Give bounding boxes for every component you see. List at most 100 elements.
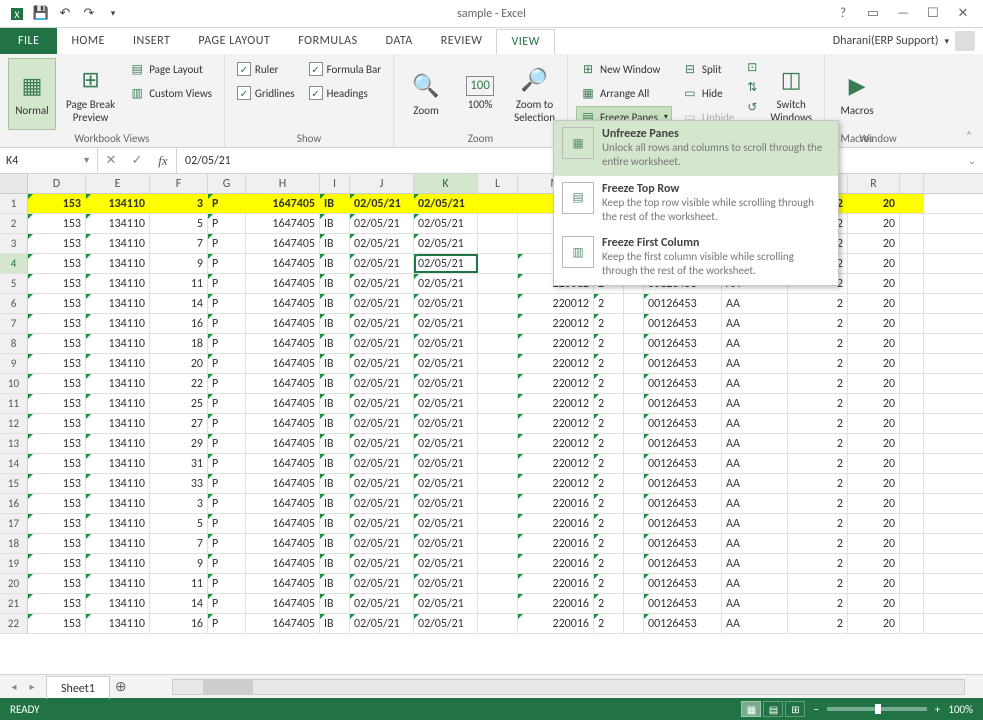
row-header[interactable]: 11 [0,394,28,413]
cell[interactable]: P [208,234,246,253]
cell[interactable]: 02/05/21 [350,434,414,453]
cell[interactable]: 02/05/21 [414,534,478,553]
cell[interactable]: 20 [848,534,900,553]
cell[interactable]: 00126453 [644,454,722,473]
cell[interactable]: 02/05/21 [350,294,414,313]
cell[interactable]: AA [722,574,788,593]
cell[interactable]: 20 [848,294,900,313]
cell[interactable]: 00126453 [644,594,722,613]
zoom-button[interactable]: 🔍Zoom [402,58,450,130]
cell[interactable]: 00126453 [644,434,722,453]
cell[interactable]: 02/05/21 [414,614,478,633]
unfreeze-panes-item[interactable]: ▦ Unfreeze PanesUnlock all rows and colu… [554,121,838,176]
cell[interactable]: AA [722,394,788,413]
user-account[interactable]: Dharani(ERP Support) ▾ [833,28,983,54]
cell[interactable]: IB [320,254,350,273]
cell[interactable] [478,194,518,213]
cell[interactable]: 02/05/21 [350,574,414,593]
cell[interactable]: 2 [594,374,624,393]
cell[interactable]: IB [320,614,350,633]
row-header[interactable]: 2 [0,214,28,233]
cell[interactable] [900,354,924,373]
redo-icon[interactable]: ↷ [78,3,100,25]
cell[interactable]: 20 [848,474,900,493]
cell[interactable]: 00126453 [644,414,722,433]
tab-review[interactable]: REVIEW [427,28,497,54]
column-header[interactable]: J [350,174,414,193]
cell[interactable]: 1647405 [246,314,320,333]
expand-formula-icon[interactable]: ⌄ [961,154,983,167]
cell[interactable]: 1647405 [246,414,320,433]
cell[interactable]: 2 [594,594,624,613]
cell[interactable]: 20 [848,234,900,253]
cell[interactable]: 1647405 [246,454,320,473]
ruler-checkbox[interactable]: ✓Ruler [233,58,299,80]
scrollbar-thumb[interactable] [203,680,253,694]
cell[interactable]: 220016 [518,574,594,593]
cell[interactable]: 2 [594,474,624,493]
sheet-nav-prev-icon[interactable]: ◂ [6,678,22,696]
cell[interactable]: 1647405 [246,534,320,553]
cell[interactable]: IB [320,234,350,253]
cell[interactable]: 02/05/21 [350,594,414,613]
cell[interactable] [478,514,518,533]
cell[interactable]: 3 [150,194,208,213]
cell[interactable] [900,514,924,533]
row-header[interactable]: 1 [0,194,28,213]
cell[interactable]: 00126453 [644,534,722,553]
cell[interactable]: 2 [594,414,624,433]
cell[interactable]: 153 [28,454,86,473]
cell[interactable]: 153 [28,594,86,613]
row-header[interactable]: 4 [0,254,28,273]
cell[interactable]: 02/05/21 [350,534,414,553]
cell[interactable]: IB [320,294,350,313]
cell[interactable]: AA [722,494,788,513]
row-header[interactable]: 21 [0,594,28,613]
cell[interactable]: 134110 [86,334,150,353]
cell[interactable]: P [208,514,246,533]
cell[interactable]: IB [320,534,350,553]
cell[interactable] [478,334,518,353]
cell[interactable] [624,594,644,613]
cell[interactable]: 00126453 [644,474,722,493]
tab-home[interactable]: HOME [57,28,119,54]
cell[interactable] [900,534,924,553]
cell[interactable]: 134110 [86,554,150,573]
column-header[interactable]: L [478,174,518,193]
cell[interactable]: 153 [28,334,86,353]
row-header[interactable]: 19 [0,554,28,573]
cell[interactable]: 134110 [86,494,150,513]
cell[interactable]: IB [320,494,350,513]
cell[interactable]: 1647405 [246,294,320,313]
view-side-icon[interactable]: ⊡ [744,58,760,76]
cell[interactable]: 20 [150,354,208,373]
cell[interactable]: 153 [28,194,86,213]
normal-view-button[interactable]: ▦Normal [8,58,56,130]
cell[interactable]: 134110 [86,234,150,253]
cell[interactable]: 02/05/21 [414,514,478,533]
cell[interactable]: IB [320,454,350,473]
cell[interactable]: 3 [150,494,208,513]
cell[interactable]: P [208,314,246,333]
cell[interactable] [624,374,644,393]
column-header[interactable]: F [150,174,208,193]
cell[interactable]: AA [722,454,788,473]
cell[interactable]: P [208,194,246,213]
cell[interactable]: 153 [28,374,86,393]
cell[interactable]: 220012 [518,354,594,373]
cell[interactable]: 31 [150,454,208,473]
cell[interactable]: 220016 [518,534,594,553]
minimize-icon[interactable]: — [889,3,917,25]
cell[interactable] [900,454,924,473]
cell[interactable] [900,274,924,293]
cell[interactable]: 2 [594,394,624,413]
cell[interactable]: 20 [848,194,900,213]
cell[interactable]: 1647405 [246,614,320,633]
cell[interactable]: 02/05/21 [414,454,478,473]
cell[interactable]: 2 [788,554,848,573]
hide-button[interactable]: ▭Hide [678,82,738,104]
cell[interactable]: 153 [28,494,86,513]
column-header[interactable]: H [246,174,320,193]
cell[interactable] [624,554,644,573]
tab-data[interactable]: DATA [372,28,427,54]
